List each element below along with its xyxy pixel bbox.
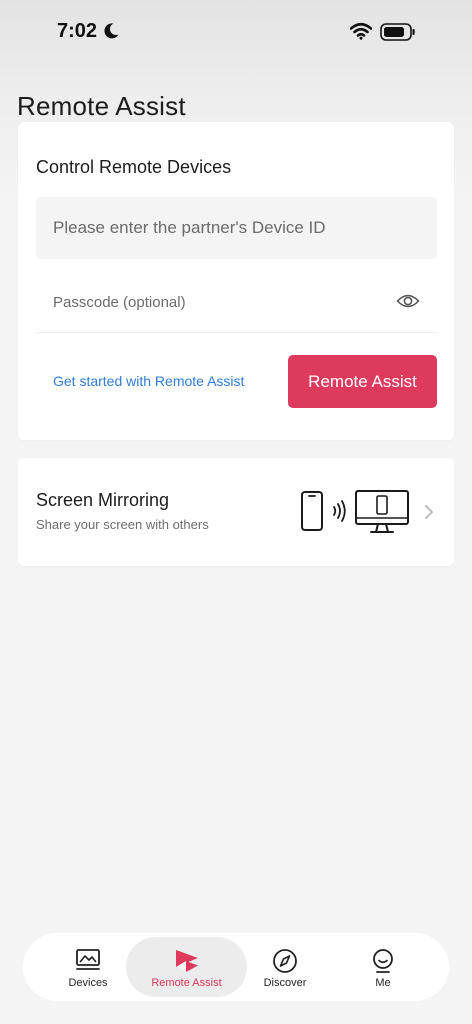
- tab-remote-assist-label: Remote Assist: [151, 977, 222, 989]
- device-id-input[interactable]: [36, 197, 437, 259]
- tab-discover[interactable]: Discover: [237, 937, 333, 997]
- page-title: Remote Assist: [17, 91, 186, 122]
- moon-icon: [104, 23, 119, 39]
- chevron-right-icon[interactable]: [424, 504, 434, 520]
- status-time: 7:02: [57, 20, 98, 42]
- wifi-icon: [350, 22, 372, 40]
- compass-icon: [273, 949, 297, 973]
- control-remote-card: Control Remote Devices Get started with …: [18, 122, 454, 440]
- remote-assist-button[interactable]: Remote Assist: [288, 355, 437, 408]
- tab-discover-label: Discover: [263, 977, 307, 989]
- tab-me-label: Me: [375, 977, 391, 989]
- tab-devices-label: Devices: [68, 977, 108, 989]
- tab-me[interactable]: Me: [335, 937, 431, 997]
- remote-assist-icon: [175, 950, 198, 972]
- phone-to-monitor-icon: [301, 490, 409, 533]
- bottom-tab-bar: Devices Remote Assist Discover Me: [23, 933, 449, 1001]
- status-bar: 7:02: [0, 0, 472, 64]
- profile-icon: [373, 949, 393, 973]
- devices-icon: [76, 949, 100, 970]
- screen-mirroring-card[interactable]: Screen Mirroring Share your screen with …: [18, 458, 454, 566]
- card-title: Control Remote Devices: [36, 157, 232, 177]
- screen-mirroring-title: Screen Mirroring: [36, 490, 170, 510]
- eye-icon[interactable]: [396, 291, 420, 311]
- screen-mirroring-subtitle: Share your screen with others: [36, 517, 209, 532]
- tab-devices[interactable]: Devices: [40, 937, 136, 997]
- tab-remote-assist[interactable]: Remote Assist: [126, 937, 247, 997]
- passcode-row: [36, 272, 437, 333]
- battery-icon: [380, 23, 415, 41]
- passcode-input[interactable]: [36, 272, 376, 332]
- get-started-link[interactable]: Get started with Remote Assist: [53, 373, 244, 389]
